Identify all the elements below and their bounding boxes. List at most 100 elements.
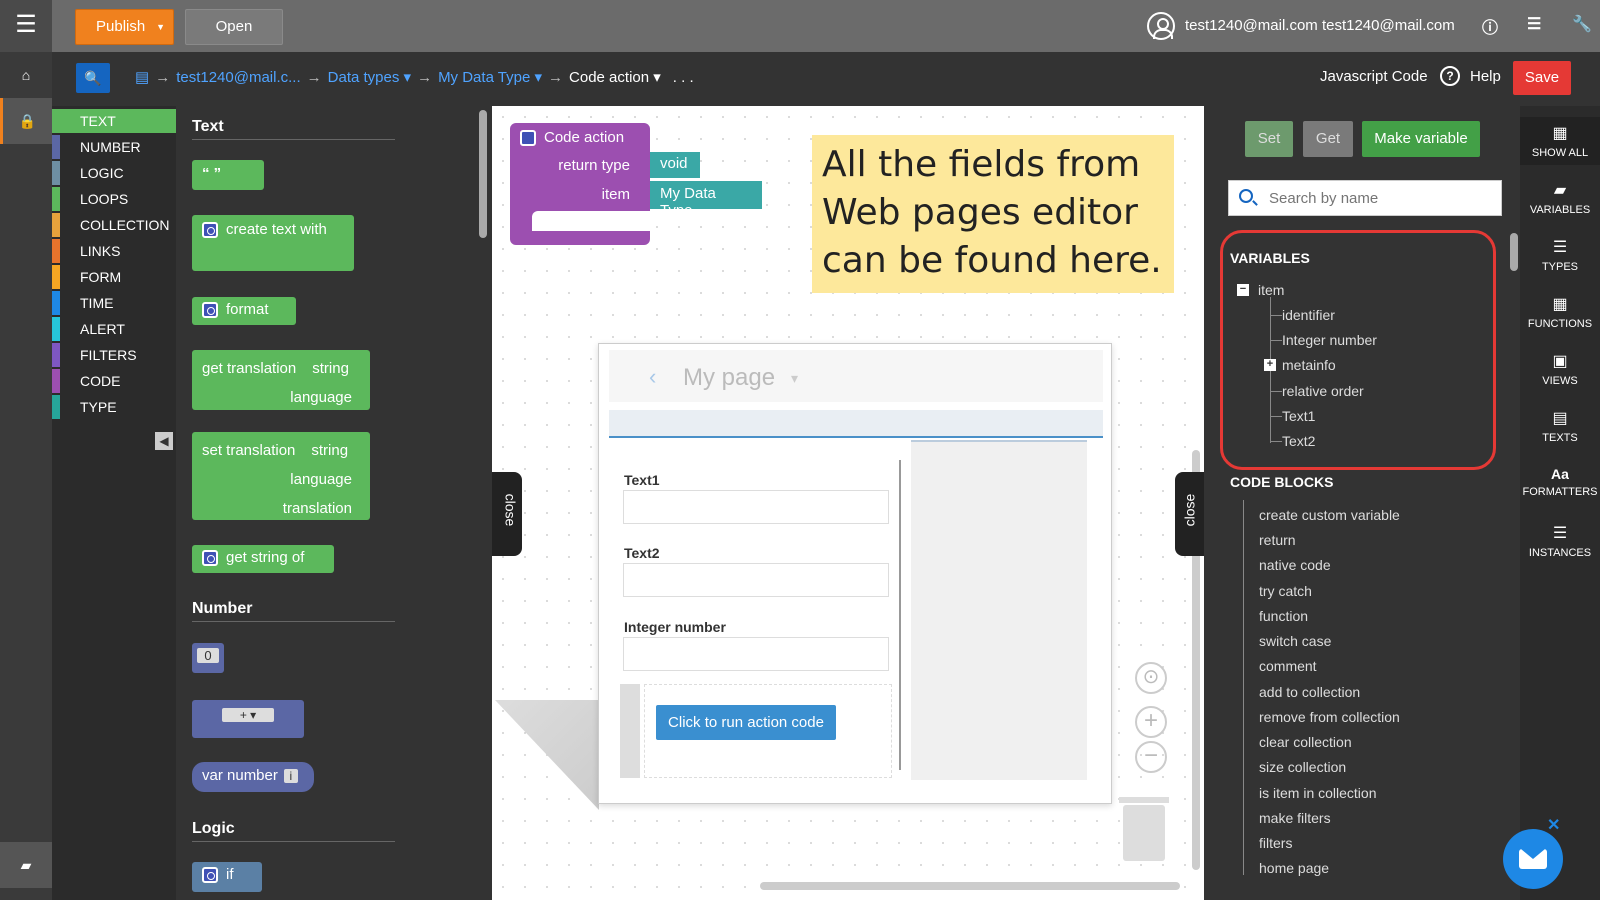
var-number-block[interactable]: var number i bbox=[192, 762, 314, 792]
breadcrumb-more[interactable]: . . . bbox=[673, 69, 694, 86]
code-block-item[interactable]: native code bbox=[1259, 557, 1331, 573]
get-string-of-block[interactable]: get string of bbox=[192, 545, 334, 573]
category-time[interactable]: TIME bbox=[52, 291, 177, 315]
palette-show-all[interactable]: ▦ SHOW ALL bbox=[1520, 117, 1600, 165]
if-block[interactable]: if bbox=[192, 862, 262, 892]
code-block-item[interactable]: is item in collection bbox=[1259, 785, 1377, 801]
code-block-item[interactable]: remove from collection bbox=[1259, 709, 1400, 725]
chevron-down-icon[interactable]: ▾ bbox=[530, 69, 542, 86]
arithmetic-block[interactable]: + ▾ bbox=[192, 700, 304, 738]
code-action-block[interactable]: Code action return type item bbox=[510, 123, 652, 245]
category-collection[interactable]: COLLECTION bbox=[52, 213, 177, 237]
run-action-button[interactable]: Click to run action code bbox=[656, 705, 836, 740]
palette-functions[interactable]: ▦ FUNCTIONS bbox=[1520, 294, 1600, 330]
category-logic[interactable]: LOGIC bbox=[52, 161, 177, 185]
chat-envelope-icon[interactable] bbox=[1503, 829, 1563, 889]
variable-search-input[interactable] bbox=[1269, 187, 1489, 209]
breadcrumb-code-action[interactable]: Code action bbox=[569, 69, 649, 86]
open-button[interactable]: Open bbox=[185, 9, 283, 45]
my-data-type-block[interactable]: My Data Type bbox=[650, 181, 762, 219]
palette-instances[interactable]: ☰ INSTANCES bbox=[1520, 523, 1600, 559]
canvas-horizontal-scrollbar[interactable] bbox=[760, 882, 1180, 890]
code-block-item[interactable]: clear collection bbox=[1259, 734, 1352, 750]
category-form[interactable]: FORM bbox=[52, 265, 177, 289]
gear-icon[interactable] bbox=[202, 867, 218, 884]
text2-input[interactable] bbox=[623, 563, 889, 597]
info-icon[interactable]: i bbox=[283, 769, 298, 783]
chevron-down-icon[interactable]: ▾ bbox=[791, 370, 798, 387]
chevron-down-icon[interactable]: ▾ bbox=[649, 69, 661, 86]
category-alert[interactable]: ALERT bbox=[52, 317, 177, 341]
set-button[interactable]: Set bbox=[1245, 121, 1293, 157]
chevron-down-icon[interactable]: ▾ bbox=[399, 69, 412, 86]
help-icon[interactable]: ? bbox=[1440, 66, 1460, 86]
code-block-item[interactable]: return bbox=[1259, 532, 1296, 548]
lock-icon[interactable]: 🔒 bbox=[0, 98, 52, 144]
code-block-item[interactable]: try catch bbox=[1259, 583, 1312, 599]
info-icon[interactable]: ⓘ bbox=[1482, 14, 1498, 38]
gear-icon[interactable] bbox=[520, 130, 536, 147]
code-block-item[interactable]: comment bbox=[1259, 658, 1317, 674]
code-block-item[interactable]: home page bbox=[1259, 860, 1329, 876]
void-type-block[interactable]: void bbox=[650, 152, 700, 178]
get-button[interactable]: Get bbox=[1303, 121, 1353, 157]
javascript-code-link[interactable]: Javascript Code bbox=[1320, 68, 1428, 85]
close-chat-icon[interactable]: ✕ bbox=[1547, 815, 1560, 835]
close-right-panel-tab[interactable]: close bbox=[1175, 472, 1205, 556]
chevron-left-icon[interactable]: ‹ bbox=[649, 364, 656, 390]
collapse-arrow-icon[interactable]: ◀ bbox=[155, 432, 173, 450]
format-block[interactable]: format bbox=[192, 297, 296, 325]
home-icon[interactable]: ⌂ bbox=[0, 52, 52, 98]
get-translation-block[interactable]: get translation string language bbox=[192, 350, 370, 410]
palette-views[interactable]: ▣ VIEWS bbox=[1520, 351, 1600, 387]
help-link[interactable]: Help bbox=[1470, 68, 1501, 85]
search-button[interactable]: 🔍 bbox=[76, 63, 110, 93]
list-icon[interactable]: ☰ bbox=[1527, 14, 1541, 34]
make-variable-button[interactable]: Make variable bbox=[1362, 121, 1480, 157]
number-value[interactable]: 0 bbox=[197, 648, 219, 663]
publish-caret-icon[interactable]: ▼ bbox=[156, 10, 165, 44]
category-links[interactable]: LINKS bbox=[52, 239, 177, 263]
palette-formatters[interactable]: Aa FORMATTERS bbox=[1520, 466, 1600, 498]
hamburger-menu-icon[interactable]: ☰ bbox=[0, 0, 52, 52]
user-avatar-icon[interactable] bbox=[1147, 12, 1175, 40]
operator-dropdown[interactable]: + ▾ bbox=[222, 708, 274, 722]
gear-icon[interactable] bbox=[202, 222, 218, 239]
category-text[interactable]: TEXT bbox=[52, 109, 177, 133]
book-icon[interactable]: ▰ bbox=[0, 842, 52, 888]
breadcrumb-user[interactable]: test1240@mail.c... bbox=[176, 69, 300, 86]
category-number[interactable]: NUMBER bbox=[52, 135, 177, 159]
right-panel-scrollbar[interactable] bbox=[1510, 233, 1518, 271]
recenter-icon[interactable]: ⊙ bbox=[1135, 662, 1167, 694]
zoom-in-icon[interactable]: + bbox=[1135, 706, 1167, 738]
category-type[interactable]: TYPE bbox=[52, 395, 177, 419]
gear-icon[interactable] bbox=[202, 302, 218, 319]
palette-texts[interactable]: ▤ TEXTS bbox=[1520, 408, 1600, 444]
number-block[interactable]: 0 bbox=[192, 643, 224, 673]
gear-icon[interactable] bbox=[202, 550, 218, 567]
code-block-item[interactable]: size collection bbox=[1259, 759, 1346, 775]
publish-button[interactable]: Publish ▼ bbox=[75, 9, 174, 45]
trash-icon[interactable] bbox=[1119, 797, 1169, 861]
breadcrumb-data-types[interactable]: Data types bbox=[328, 69, 400, 86]
text-literal-block[interactable]: “ ” bbox=[192, 160, 264, 190]
code-block-item[interactable]: function bbox=[1259, 608, 1308, 624]
code-block-item[interactable]: switch case bbox=[1259, 633, 1331, 649]
category-code[interactable]: CODE bbox=[52, 369, 177, 393]
user-email[interactable]: test1240@mail.com test1240@mail.com bbox=[1185, 17, 1455, 34]
close-flyout-tab[interactable]: close bbox=[492, 472, 522, 556]
category-loops[interactable]: LOOPS bbox=[52, 187, 177, 211]
code-block-item[interactable]: add to collection bbox=[1259, 684, 1360, 700]
text1-input[interactable] bbox=[623, 490, 889, 524]
create-text-with-block[interactable]: create text with bbox=[192, 215, 354, 271]
code-block-item[interactable]: filters bbox=[1259, 835, 1292, 851]
palette-variables[interactable]: ▰ VARIABLES bbox=[1520, 180, 1600, 216]
category-filters[interactable]: FILTERS bbox=[52, 343, 177, 367]
zoom-out-icon[interactable]: − bbox=[1135, 741, 1167, 773]
palette-types[interactable]: ☰ TYPES bbox=[1520, 237, 1600, 273]
integer-number-input[interactable] bbox=[623, 637, 889, 671]
breadcrumb-my-data-type[interactable]: My Data Type bbox=[438, 69, 530, 86]
code-block-item[interactable]: make filters bbox=[1259, 810, 1331, 826]
set-translation-block[interactable]: set translation string language translation bbox=[192, 432, 370, 520]
wrench-icon[interactable]: 🔧 bbox=[1572, 14, 1592, 34]
